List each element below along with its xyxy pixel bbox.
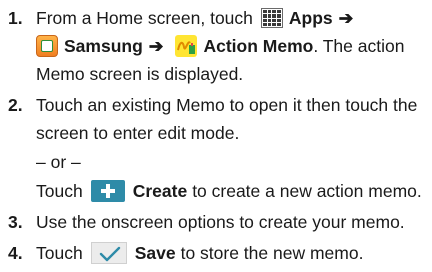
- apps-label: Apps: [288, 7, 333, 28]
- instruction-page: 1. From a Home screen, touch Apps ➔ Sams…: [0, 0, 432, 272]
- step-text: to store the new memo.: [180, 242, 364, 263]
- step-number: 1.: [8, 7, 23, 28]
- step-text: Touch: [36, 180, 83, 201]
- create-plus-icon: [90, 180, 125, 202]
- step-text: Memo screen is displayed.: [36, 63, 244, 84]
- action-memo-label: Action Memo: [203, 35, 314, 56]
- or-separator: – or –: [36, 151, 81, 172]
- samsung-folder-icon: [36, 35, 58, 57]
- samsung-label: Samsung: [64, 35, 143, 56]
- step-text: . The action: [313, 35, 405, 56]
- step-text: Touch an existing Memo to open it then t…: [36, 94, 418, 115]
- step-number: 2.: [8, 94, 23, 115]
- step-text: to create a new action memo.: [192, 180, 422, 201]
- step-text: From a Home screen, touch: [36, 7, 253, 28]
- step-text: Touch: [36, 242, 83, 263]
- save-label: Save: [134, 242, 176, 263]
- save-check-icon: [90, 242, 127, 264]
- action-memo-icon: [175, 35, 198, 57]
- step-number: 3.: [8, 211, 23, 232]
- arrow-icon: ➔: [148, 35, 164, 56]
- step-text: Use the onscreen options to create your …: [36, 211, 405, 232]
- create-label: Create: [132, 180, 188, 201]
- apps-grid-icon: [260, 8, 283, 28]
- arrow-icon: ➔: [338, 7, 354, 28]
- step-text: screen to enter edit mode.: [36, 122, 240, 143]
- step-number: 4.: [8, 242, 23, 263]
